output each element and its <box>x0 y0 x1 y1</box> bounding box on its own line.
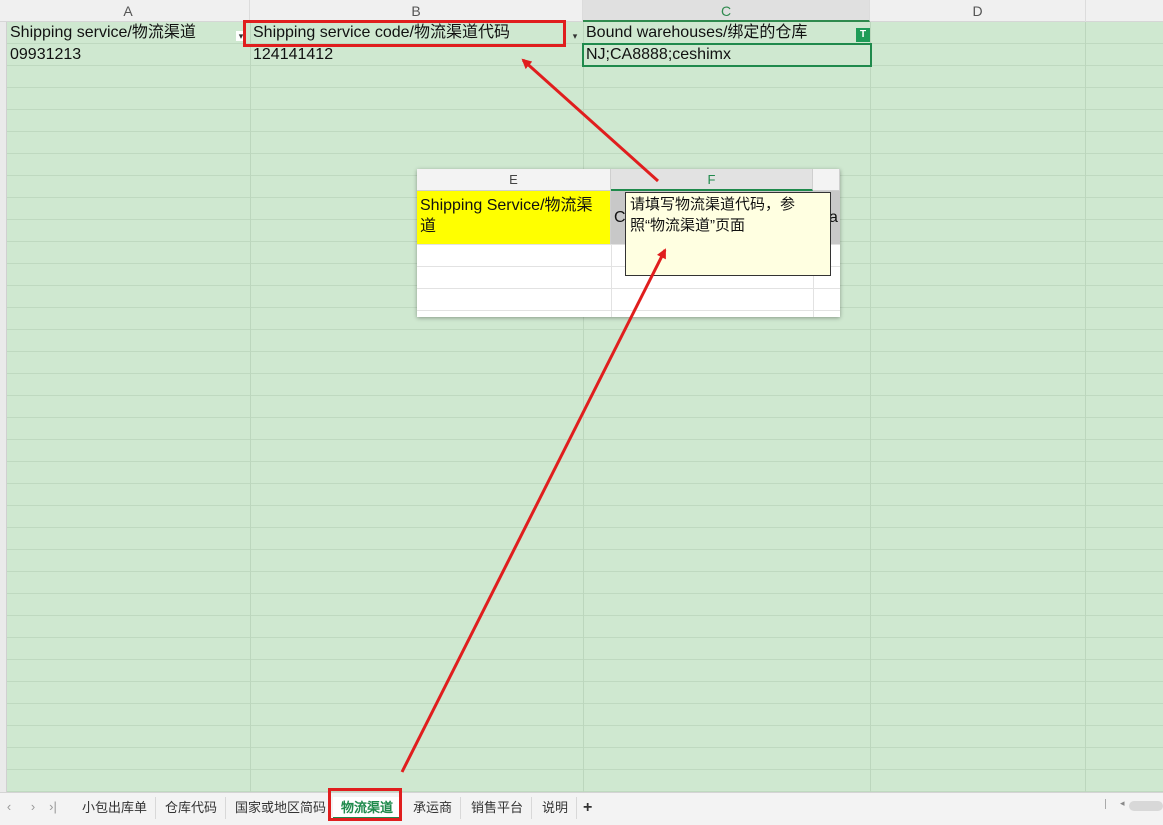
tab-carrier[interactable]: 承运商 <box>405 797 462 819</box>
column-divider <box>250 22 251 792</box>
column-divider <box>1085 22 1086 792</box>
column-divider <box>583 22 584 792</box>
column-divider <box>870 22 871 792</box>
dropdown-arrow-icon[interactable]: ▾ <box>570 31 580 41</box>
spreadsheet-grid[interactable] <box>7 22 1163 792</box>
cell-c1[interactable]: Bound warehouses/绑定的仓库 <box>583 22 870 44</box>
column-header-bar: A B C D <box>0 0 1163 22</box>
scroll-left-icon[interactable]: ◂ <box>1120 798 1125 809</box>
first-sheet-icon[interactable]: ‹ <box>2 799 16 814</box>
horizontal-scrollbar[interactable] <box>1129 801 1163 811</box>
annotation-box-b1 <box>243 20 566 47</box>
tab-small-package-outbound[interactable]: 小包出库单 <box>74 797 157 819</box>
next-sheet-icon[interactable]: › <box>26 799 40 814</box>
tab-warehouse-code[interactable]: 仓库代码 <box>157 797 227 819</box>
inset-column-header-g <box>813 169 840 191</box>
column-header-b[interactable]: B <box>250 0 583 22</box>
cell-a1[interactable]: Shipping service/物流渠道 <box>7 22 250 44</box>
inset-column-header-e: E <box>417 169 611 191</box>
inset-header-cell-e: Shipping Service/物流渠道 <box>417 191 611 244</box>
row-header-strip <box>0 22 7 792</box>
inset-row-line <box>417 310 840 311</box>
cell-a2[interactable]: 09931213 <box>7 44 250 66</box>
tab-country-code[interactable]: 国家或地区简码 <box>227 797 336 819</box>
column-header-d[interactable]: D <box>870 0 1086 22</box>
text-format-badge-icon[interactable]: T <box>856 28 870 42</box>
annotation-box-active-tab <box>328 788 402 821</box>
cell-b2[interactable]: 124141412 <box>250 44 583 66</box>
inset-column-line <box>611 244 612 317</box>
column-header-a[interactable]: A <box>7 0 250 22</box>
column-header-c[interactable]: C <box>583 0 870 22</box>
inset-row-line <box>417 288 840 289</box>
tab-sales-platform[interactable]: 销售平台 <box>463 797 533 819</box>
scroll-divider <box>1105 799 1106 809</box>
selected-cell-outline <box>582 43 872 67</box>
add-sheet-button[interactable]: + <box>583 797 592 819</box>
tab-instructions[interactable]: 说明 <box>534 797 578 819</box>
cell-comment-tooltip: 请填写物流渠道代码，参照“物流渠道”页面 <box>625 192 831 276</box>
sheet-tab-bar: ‹ › ›| 小包出库单 仓库代码 国家或地区简码 物流渠道 承运商 销售平台 … <box>0 792 1163 825</box>
inset-column-header-f: F <box>611 169 813 191</box>
last-sheet-icon[interactable]: ›| <box>46 799 60 814</box>
